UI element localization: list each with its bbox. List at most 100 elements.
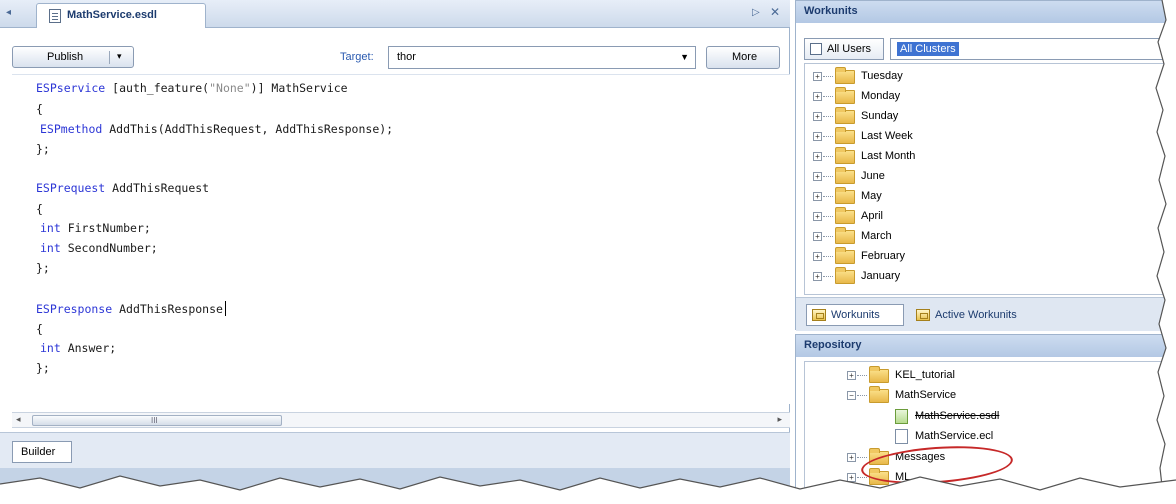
- code-string: "None": [209, 81, 251, 95]
- tree-item-label: June: [861, 170, 885, 182]
- chevron-down-icon[interactable]: ▾: [117, 51, 122, 62]
- code-line-9: int SecondNumber;: [40, 241, 158, 255]
- torn-edge-bottom: [0, 475, 1176, 504]
- expand-icon[interactable]: +: [813, 132, 822, 141]
- tab-builder[interactable]: Builder: [12, 441, 72, 463]
- tab-active-workunits[interactable]: Active Workunits: [910, 304, 1050, 326]
- expand-icon[interactable]: +: [813, 192, 822, 201]
- expand-icon[interactable]: +: [813, 112, 822, 121]
- editor-bottom-tabs: Builder: [0, 432, 790, 468]
- expand-icon[interactable]: +: [847, 453, 856, 462]
- scroll-left-icon[interactable]: ◂: [16, 414, 21, 425]
- folder-icon: [835, 267, 855, 284]
- tree-connector: [857, 457, 867, 458]
- tree-connector: [857, 395, 867, 396]
- code-line-4: };: [36, 142, 50, 156]
- all-users-label: All Users: [827, 43, 872, 55]
- tree-connector: [823, 76, 833, 77]
- expand-icon[interactable]: +: [813, 172, 822, 181]
- all-users-toggle[interactable]: All Users: [804, 38, 884, 60]
- expand-icon[interactable]: +: [847, 371, 856, 380]
- tree-item-label: Last Week: [861, 130, 913, 142]
- target-label: Target:: [340, 51, 374, 63]
- folder-icon: [835, 67, 855, 84]
- publish-button[interactable]: Publish ▾: [12, 46, 134, 68]
- folder-icon: [835, 107, 855, 124]
- tree-connector: [857, 375, 867, 376]
- code-line-14: int Answer;: [40, 341, 116, 355]
- folder-icon: [835, 167, 855, 184]
- code-type: int: [40, 341, 61, 355]
- active-workunit-icon: [916, 309, 930, 321]
- tab-workunits[interactable]: Workunits: [806, 304, 904, 326]
- folder-icon: [835, 87, 855, 104]
- tab-scroll-right-icon[interactable]: ▷: [752, 7, 760, 18]
- scroll-right-icon[interactable]: ▸: [777, 414, 782, 425]
- expand-icon[interactable]: +: [813, 92, 822, 101]
- publish-separator: [109, 51, 110, 64]
- cluster-filter-value: All Clusters: [897, 42, 959, 56]
- code-type: int: [40, 221, 61, 235]
- code-keyword: ESPservice: [36, 81, 106, 95]
- code-line-7: {: [36, 202, 43, 216]
- code-keyword: ESPrequest: [36, 181, 106, 195]
- tree-item-label: Last Month: [861, 150, 916, 162]
- tab-scroll-left-icon[interactable]: ◂: [6, 7, 11, 18]
- editor-panel: ◂ MathService.esdl ▷ ✕ Publish ▾ Target:…: [0, 0, 790, 504]
- expand-icon[interactable]: +: [813, 72, 822, 81]
- code-line-6: ESPrequest AddThisRequest: [36, 181, 209, 195]
- workunits-tabs: Workunits Active Workunits: [796, 297, 1176, 331]
- tree-item-label: January: [861, 270, 901, 282]
- expand-icon[interactable]: +: [813, 232, 822, 241]
- folder-icon: [835, 187, 855, 204]
- code-editor[interactable]: ESPservice [auth_feature("None")] MathSe…: [12, 74, 790, 404]
- code-text: AddThis(AddThisRequest, AddThisResponse)…: [102, 122, 394, 136]
- folder-icon: [835, 247, 855, 264]
- editor-toolbar: Publish ▾ Target: thor ▼ More: [0, 38, 790, 70]
- tree-item-label: KEL_tutorial: [895, 369, 955, 381]
- builder-tab-label: Builder: [21, 446, 56, 458]
- document-tab-strip: ◂ MathService.esdl ▷ ✕: [0, 0, 790, 28]
- close-icon[interactable]: ✕: [770, 5, 780, 19]
- publish-label: Publish: [47, 51, 84, 63]
- scrollbar-thumb[interactable]: III: [32, 415, 282, 426]
- tree-connector: [823, 276, 833, 277]
- workunits-tree[interactable]: + Tuesday + Monday + Sunday + Last Week + Las…: [804, 63, 1174, 295]
- repository-title: Repository: [804, 339, 862, 351]
- tree-connector: [823, 256, 833, 257]
- document-icon: [49, 9, 61, 23]
- code-keyword: ESPmethod: [40, 122, 103, 136]
- more-button[interactable]: More: [706, 46, 780, 69]
- expand-icon[interactable]: +: [813, 212, 822, 221]
- code-text: AddThisResponse: [112, 302, 223, 316]
- target-select[interactable]: thor ▼: [388, 46, 696, 69]
- esdl-file-icon: [895, 409, 908, 424]
- expand-icon[interactable]: +: [813, 252, 822, 261]
- tab-label: Active Workunits: [935, 309, 1017, 321]
- dropdown-arrow-icon[interactable]: ▼: [680, 52, 689, 62]
- horizontal-scrollbar[interactable]: ◂ III ▸: [12, 412, 790, 428]
- folder-icon: [835, 147, 855, 164]
- tree-connector: [823, 236, 833, 237]
- tree-connector: [823, 116, 833, 117]
- code-line-8: int FirstNumber;: [40, 221, 151, 235]
- code-line-10: };: [36, 261, 50, 275]
- code-line-15: };: [36, 361, 50, 375]
- code-line-12: ESPresponse AddThisResponse: [36, 301, 226, 316]
- tree-connector: [823, 196, 833, 197]
- expand-icon[interactable]: +: [813, 272, 822, 281]
- workunits-header: Workunits: [796, 1, 1176, 23]
- more-label: More: [732, 51, 758, 63]
- collapse-icon[interactable]: −: [847, 391, 856, 400]
- folder-icon: [835, 227, 855, 244]
- cluster-filter-input[interactable]: All Clusters: [890, 38, 1174, 60]
- document-tab-mathservice-esdl[interactable]: MathService.esdl: [36, 3, 206, 28]
- workunits-filter: All Users All Clusters: [804, 35, 1174, 61]
- repository-header: Repository: [796, 335, 1176, 357]
- tab-label: Workunits: [831, 309, 880, 321]
- scrollbar-grip: III: [151, 416, 158, 425]
- tree-connector: [823, 136, 833, 137]
- expand-icon[interactable]: +: [813, 152, 822, 161]
- all-users-checkbox[interactable]: [810, 43, 822, 55]
- torn-edge-right: [1155, 0, 1176, 504]
